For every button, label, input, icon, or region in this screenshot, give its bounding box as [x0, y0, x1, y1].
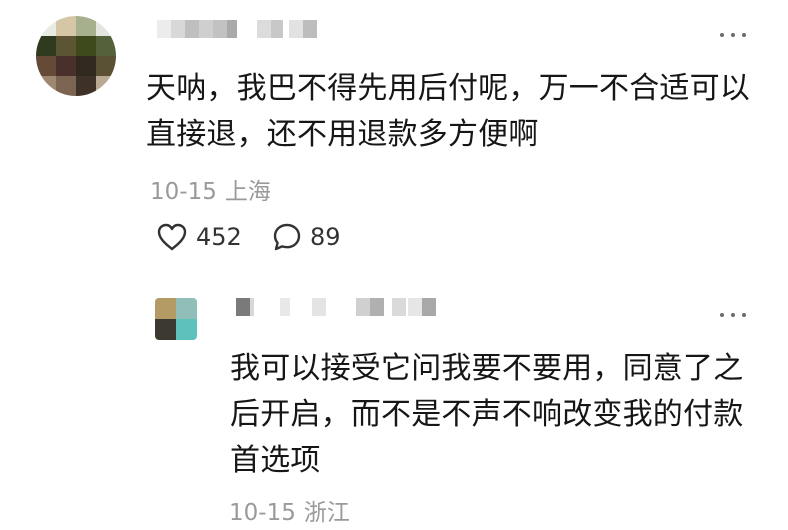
- comment-meta: 10-15 上海: [150, 172, 271, 206]
- speech-bubble-icon: [272, 222, 302, 252]
- comment-date: 10-15: [150, 179, 217, 205]
- username-redacted[interactable]: [157, 20, 322, 38]
- more-dots-icon[interactable]: [718, 310, 748, 320]
- reply-text: 我可以接受它问我要不要用，同意了之后开启，而不是不声不响改变我的付款首选项: [230, 351, 744, 478]
- reply-avatar[interactable]: [155, 298, 197, 340]
- comment-location: 上海: [224, 179, 271, 205]
- more-dots-icon[interactable]: [718, 30, 748, 40]
- reply-location: 浙江: [303, 500, 350, 526]
- avatar[interactable]: [36, 16, 116, 96]
- reply-username-redacted[interactable]: [236, 298, 441, 316]
- like-button[interactable]: 452: [156, 222, 242, 252]
- reply-count: 89: [310, 223, 341, 251]
- comment-text: 天呐，我巴不得先用后付呢，万一不合适可以直接退，还不用退款多方便啊: [146, 71, 750, 152]
- heart-outline-icon: [156, 222, 188, 252]
- reply-button[interactable]: 89: [272, 222, 341, 252]
- like-count: 452: [196, 223, 242, 251]
- reply-meta: 10-15 浙江: [229, 493, 350, 527]
- reply-date: 10-15: [229, 500, 296, 526]
